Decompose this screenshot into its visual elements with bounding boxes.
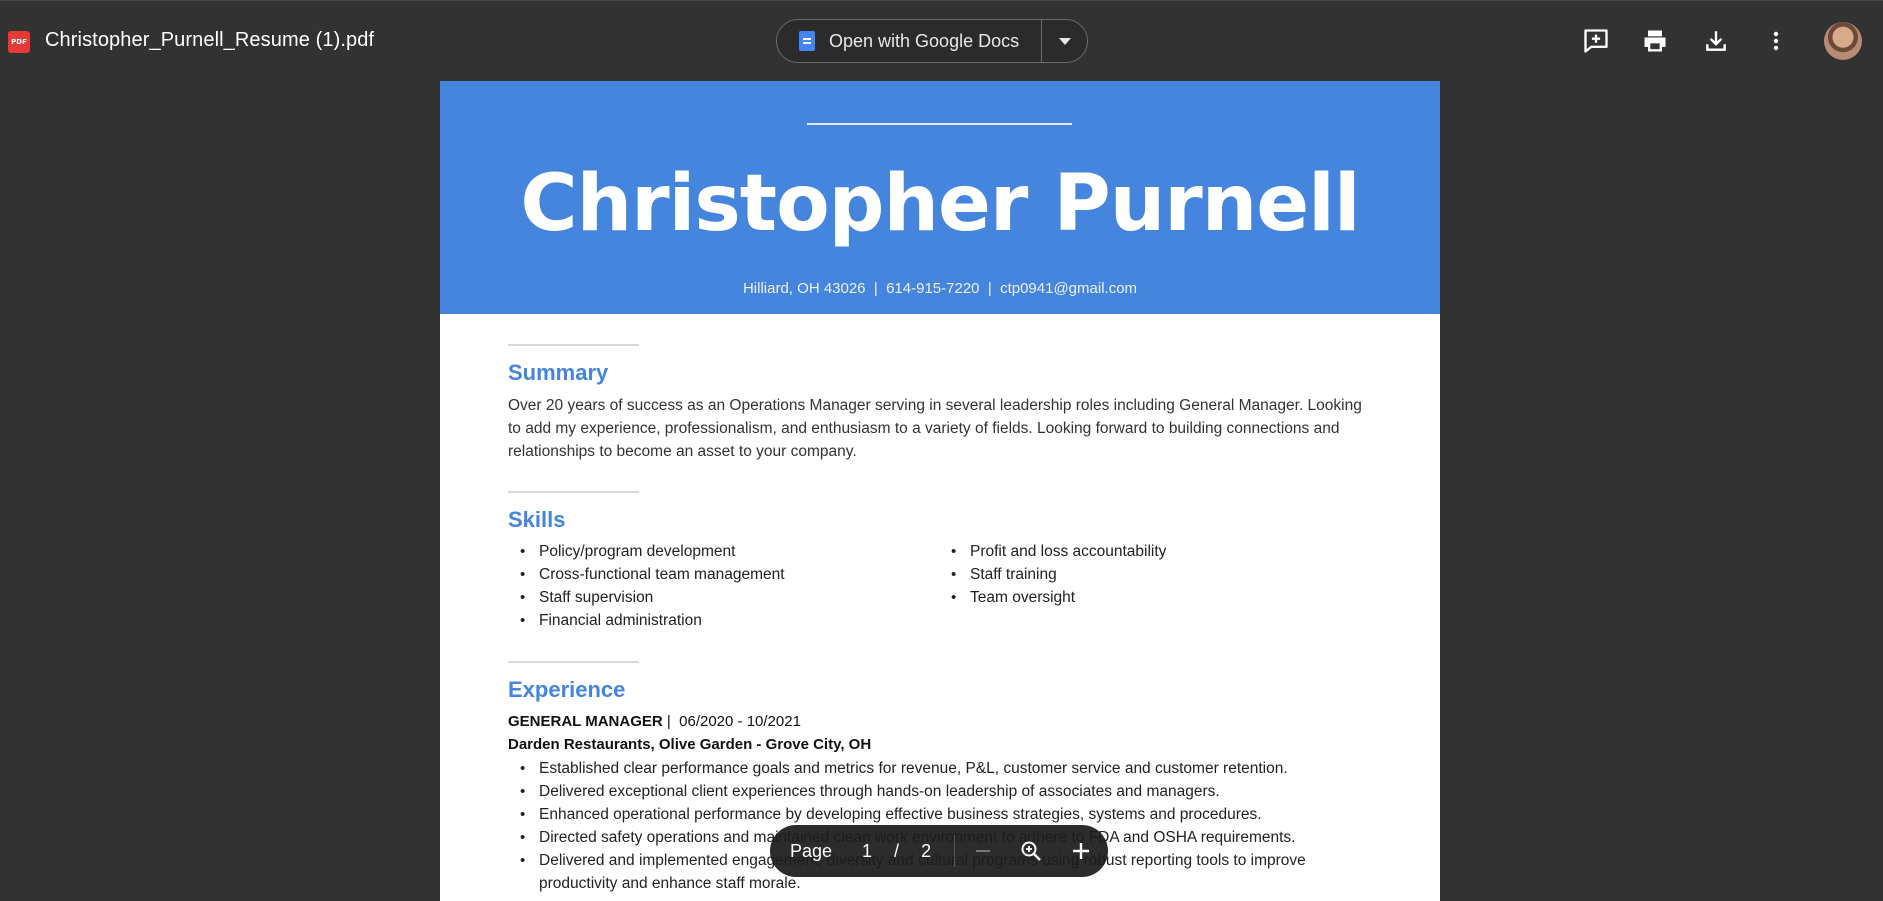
open-with-google-docs-button[interactable]: Open with Google Docs: [777, 20, 1041, 62]
pdf-file-icon: PDF: [8, 31, 30, 53]
skills-list-left: Policy/program development Cross-functio…: [508, 540, 785, 632]
account-avatar[interactable]: [1824, 22, 1862, 60]
download-button[interactable]: [1698, 23, 1734, 59]
more-options-button[interactable]: [1758, 23, 1794, 59]
current-page-input[interactable]: 1: [860, 841, 874, 862]
open-with-dropdown-button[interactable]: [1041, 20, 1087, 62]
resume-name: Christopher Purnell: [520, 159, 1360, 249]
summary-line: Over 20 years of success as an Operation…: [508, 397, 1362, 414]
file-title: Christopher_Purnell_Resume (1).pdf: [45, 29, 375, 51]
add-comment-button[interactable]: [1578, 23, 1614, 59]
header-rule: [807, 123, 1072, 125]
summary-text: Over 20 years of success as an Operation…: [508, 394, 1378, 463]
zoom-icon: [1021, 841, 1041, 861]
open-with-label: Open with Google Docs: [829, 30, 1020, 51]
list-item: Delivered exceptional client experiences…: [520, 780, 1306, 803]
experience-heading: Experience: [508, 677, 626, 702]
experience-rule: [508, 661, 639, 663]
caret-down-icon: [1058, 37, 1071, 45]
list-item: Staff training: [951, 563, 1166, 586]
print-button[interactable]: [1637, 23, 1673, 59]
viewer-toolbar: PDF Christopher_Purnell_Resume (1).pdf O…: [0, 0, 1883, 81]
fit-zoom-button[interactable]: [1016, 836, 1046, 866]
company-line: Darden Restaurants, Olive Garden - Grove…: [508, 736, 872, 753]
list-item: Profit and loss accountability: [951, 540, 1166, 563]
page-separator: /: [894, 840, 900, 861]
pager-divider: [954, 835, 955, 867]
contact-line: Hilliard, OH 43026 | 614-915-7220 | ctp0…: [742, 280, 1138, 297]
page-label: Page: [790, 840, 833, 861]
list-item: Policy/program development: [520, 540, 785, 563]
list-item: Enhanced operational performance by deve…: [520, 803, 1306, 826]
list-item: Staff supervision: [520, 586, 785, 609]
page-controls: Page 1 / 2: [770, 825, 1108, 877]
zoom-in-button[interactable]: [1066, 836, 1096, 866]
summary-line: relationships to become an asset to your…: [508, 443, 857, 460]
job-title-line: GENERAL MANAGER | 06/2020 - 10/2021: [508, 713, 801, 730]
list-item: Established clear performance goals and …: [520, 757, 1306, 780]
skills-heading: Skills: [508, 507, 566, 532]
add-comment-icon: [1584, 29, 1608, 53]
zoom-out-button[interactable]: [968, 836, 998, 866]
open-with-group: Open with Google Docs: [776, 19, 1088, 63]
resume-header: Christopher Purnell Hilliard, OH 43026 |…: [440, 81, 1440, 314]
list-item: Cross-functional team management: [520, 563, 785, 586]
job-title: GENERAL MANAGER: [508, 713, 663, 730]
download-icon: [1706, 31, 1726, 51]
skills-list-right: Profit and loss accountability Staff tra…: [939, 540, 1166, 609]
minus-icon: [976, 850, 990, 852]
total-pages: 2: [921, 840, 932, 861]
print-icon: [1644, 30, 1666, 52]
plus-icon: [1073, 843, 1089, 859]
google-docs-icon: [799, 31, 815, 51]
summary-line: to add my experience, professionalism, a…: [508, 420, 1340, 437]
more-vert-icon: [1773, 31, 1779, 51]
pdf-page: Christopher Purnell Hilliard, OH 43026 |…: [440, 81, 1440, 901]
list-item: Financial administration: [520, 609, 785, 632]
list-item: Team oversight: [951, 586, 1166, 609]
job-dates: | 06/2020 - 10/2021: [666, 713, 801, 730]
summary-heading: Summary: [508, 360, 609, 385]
skills-rule: [508, 491, 639, 493]
summary-rule: [508, 344, 639, 346]
